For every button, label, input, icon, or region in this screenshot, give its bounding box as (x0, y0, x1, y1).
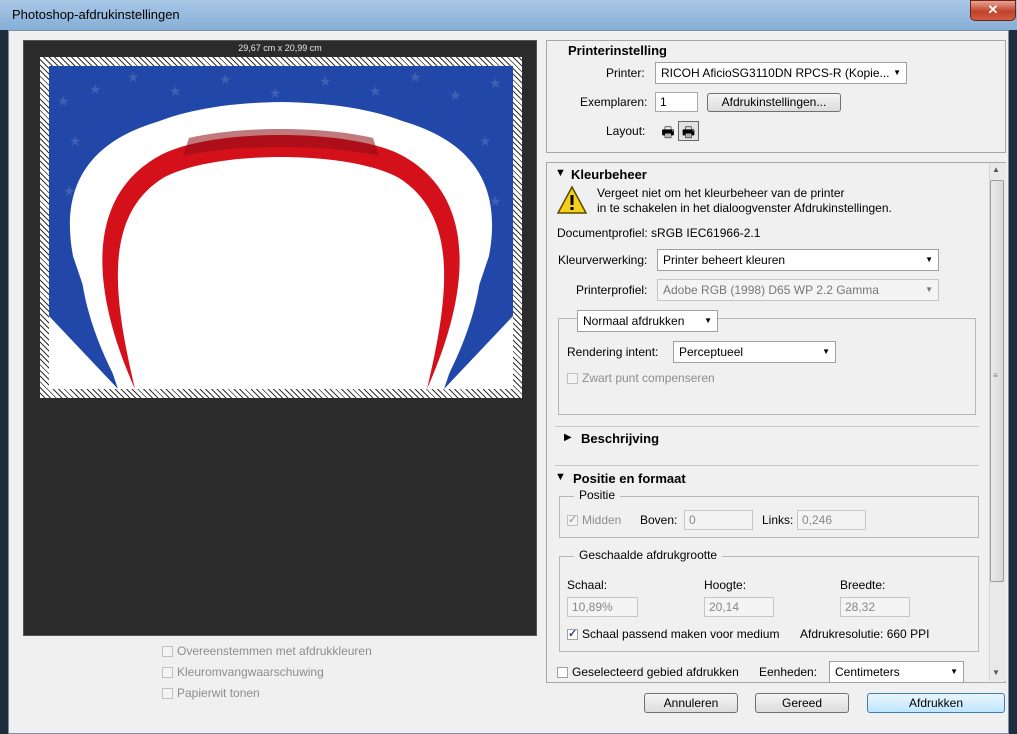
print-mode-group (558, 318, 976, 415)
svg-text:★: ★ (489, 75, 502, 91)
warning-icon (556, 185, 588, 215)
svg-text:★: ★ (127, 69, 140, 85)
collapse-triangle-icon[interactable]: ▼ (555, 471, 566, 483)
chevron-down-icon: ▼ (704, 316, 712, 325)
width-label: Breedte: (840, 578, 886, 592)
chevron-down-icon: ▼ (822, 347, 830, 356)
svg-text:★: ★ (57, 93, 70, 109)
height-label: Hoogte: (704, 578, 747, 592)
printer-profile-label: Printerprofiel: (576, 283, 648, 297)
svg-text:★: ★ (319, 73, 332, 89)
center-option[interactable]: Midden (567, 513, 621, 527)
scaled-size-legend: Geschaalde afdrukgrootte (574, 548, 723, 562)
scroll-up-icon[interactable]: ▲ (992, 165, 1000, 174)
cancel-button[interactable]: Annuleren (644, 693, 738, 713)
grip-icon: ≡ (993, 371, 998, 380)
preview-image: ★ ★ ★ ★ ★ ★ ★ ★ ★ ★ ★ ★ ★ ★ ★ (49, 66, 513, 389)
svg-text:★: ★ (479, 133, 492, 149)
match-colors-checkbox[interactable] (162, 646, 173, 658)
expand-triangle-icon[interactable]: ▶ (564, 432, 572, 443)
rendering-intent-select[interactable]: Perceptueel ▼ (673, 341, 836, 363)
print-mode-select[interactable]: Normaal afdrukken ▼ (577, 310, 718, 332)
print-button[interactable]: Afdrukken (867, 693, 1005, 713)
printer-profile-select[interactable]: Adobe RGB (1998) D65 WP 2.2 Gamma ▼ (657, 279, 939, 301)
fit-media-checkbox[interactable] (567, 627, 578, 641)
svg-text:★: ★ (89, 81, 102, 97)
fit-media-option[interactable]: Schaal passend maken voor medium (567, 627, 779, 641)
gamut-warning-checkbox[interactable] (162, 667, 173, 679)
chevron-down-icon: ▼ (893, 68, 901, 77)
printer-select[interactable]: RICOH AficioSG3110DN RPCS-R (Kopie... ▼ (655, 62, 907, 84)
chevron-down-icon: ▼ (925, 255, 933, 264)
paper-size-label: 29,67 cm x 20,99 cm (238, 43, 322, 53)
preview-paper: ★ ★ ★ ★ ★ ★ ★ ★ ★ ★ ★ ★ ★ ★ ★ (40, 57, 522, 398)
print-selected-option[interactable]: Geselecteerd gebied afdrukken (557, 665, 739, 679)
color-handling-label: Kleurverwerking: (558, 253, 648, 267)
copies-label: Exemplaren: (580, 95, 648, 109)
warning-text-1: Vergeet niet om het kleurbeheer van de p… (597, 186, 845, 200)
layout-label: Layout: (606, 124, 646, 138)
landscape-layout-icon[interactable]: 🖶 (678, 121, 699, 141)
top-label: Boven: (640, 513, 678, 527)
printer-settings-heading: Printerinstelling (568, 43, 667, 58)
svg-text:★: ★ (409, 69, 422, 85)
units-label: Eenheden: (759, 665, 818, 679)
svg-text:★: ★ (219, 71, 232, 87)
svg-text:★: ★ (169, 83, 182, 99)
top-input[interactable]: 0 (684, 510, 753, 530)
collapse-triangle-icon[interactable]: ▼ (555, 167, 566, 179)
match-colors-option[interactable]: Overeenstemmen met afdrukkleuren (162, 644, 372, 658)
color-management-heading[interactable]: Kleurbeheer (571, 167, 647, 182)
svg-text:★: ★ (63, 183, 76, 199)
close-button[interactable]: ✕ (970, 0, 1016, 21)
done-button[interactable]: Gereed (755, 693, 849, 713)
scale-input[interactable]: 10,89% (567, 597, 638, 617)
warning-text-2: in te schakelen in het dialoogvenster Af… (597, 201, 892, 215)
scroll-down-icon[interactable]: ▼ (992, 668, 1000, 677)
scale-label: Schaal: (567, 578, 608, 592)
chevron-down-icon: ▼ (950, 667, 958, 676)
svg-text:★: ★ (489, 193, 502, 209)
printer-label: Printer: (606, 66, 645, 80)
position-legend: Positie (574, 488, 621, 502)
portrait-layout-icon[interactable]: 🖶 (658, 121, 678, 143)
chevron-down-icon: ▼ (925, 285, 933, 294)
print-settings-button[interactable]: Afdrukinstellingen... (707, 93, 841, 112)
units-select[interactable]: Centimeters ▼ (829, 661, 964, 683)
copies-input[interactable]: 1 (655, 92, 698, 112)
svg-text:★: ★ (449, 87, 462, 103)
position-size-heading[interactable]: Positie en formaat (573, 471, 686, 486)
divider (555, 465, 979, 466)
paper-white-option[interactable]: Papierwit tonen (162, 686, 260, 700)
document-profile: Documentprofiel: sRGB IEC61966-2.1 (557, 226, 761, 240)
rendering-intent-label: Rendering intent: (567, 345, 659, 359)
print-resolution: Afdrukresolutie: 660 PPI (800, 627, 930, 641)
height-input[interactable]: 20,14 (704, 597, 774, 617)
left-label: Links: (762, 513, 794, 527)
black-point-option[interactable]: Zwart punt compenseren (567, 371, 715, 385)
divider (555, 426, 979, 427)
scrollbar-thumb[interactable] (990, 180, 1004, 582)
svg-text:★: ★ (269, 85, 282, 101)
black-point-checkbox[interactable] (567, 373, 578, 385)
description-heading[interactable]: Beschrijving (581, 431, 659, 446)
window-title: Photoshop-afdrukinstellingen (12, 7, 180, 22)
gamut-warning-option[interactable]: Kleuromvangwaarschuwing (162, 665, 324, 679)
svg-text:★: ★ (369, 83, 382, 99)
width-input[interactable]: 28,32 (840, 597, 910, 617)
svg-text:★: ★ (69, 133, 82, 149)
color-handling-select[interactable]: Printer beheert kleuren ▼ (657, 249, 939, 271)
left-input[interactable]: 0,246 (797, 510, 866, 530)
paper-white-checkbox[interactable] (162, 688, 173, 700)
print-selected-checkbox[interactable] (557, 667, 568, 679)
center-checkbox[interactable] (567, 513, 578, 527)
